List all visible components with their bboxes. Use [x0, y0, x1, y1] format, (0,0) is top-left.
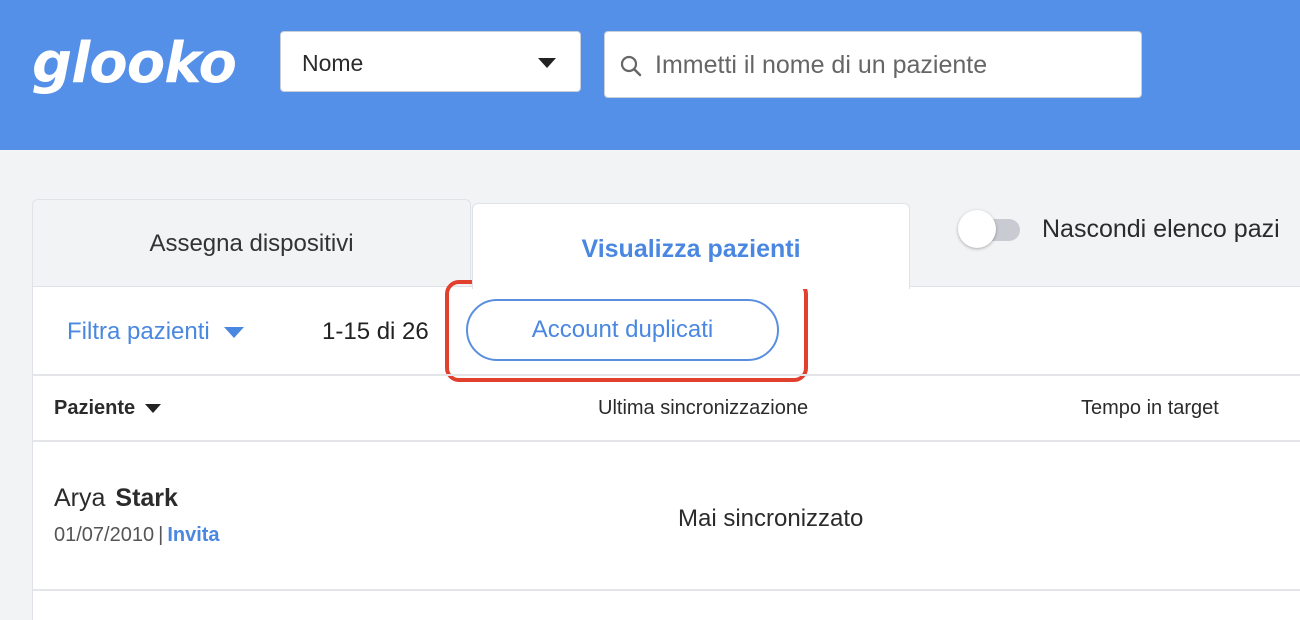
tab-assign-devices[interactable]: Assegna dispositivi: [32, 199, 471, 287]
patient-dob-row: 01/07/2010 | Invita: [54, 524, 220, 547]
sort-caret-icon: [145, 404, 162, 414]
tab-view-patients[interactable]: Visualizza pazienti: [472, 203, 910, 289]
patient-dob: 01/07/2010: [54, 524, 155, 546]
hide-patient-list-toggle[interactable]: [958, 210, 1022, 248]
filter-patients-label: Filtra pazienti: [67, 318, 210, 345]
patient-name[interactable]: Arya Stark: [54, 484, 178, 513]
column-header-time-in-target: Tempo in target: [1081, 397, 1219, 419]
patient-last-sync: Mai sincronizzato: [678, 505, 864, 532]
patient-search-box[interactable]: [604, 31, 1142, 98]
header-divider: [32, 440, 1300, 442]
top-navigation-bar: glooko Nome: [0, 0, 1300, 150]
filter-patients-dropdown[interactable]: Filtra pazienti: [67, 318, 244, 346]
patient-first-name: Arya: [54, 484, 106, 512]
toggle-knob: [958, 210, 996, 248]
duplicate-accounts-button[interactable]: Account duplicati: [466, 299, 779, 361]
search-icon: [620, 55, 642, 77]
chevron-down-icon: [538, 58, 556, 68]
hide-patient-list-label: Nascondi elenco pazi: [1042, 215, 1280, 243]
tab-view-patients-label: Visualizza pazienti: [581, 235, 801, 263]
row-divider: [32, 589, 1300, 591]
patient-last-name: Stark: [115, 484, 178, 512]
tab-assign-devices-label: Assegna dispositivi: [149, 230, 354, 257]
caret-down-icon: [223, 327, 244, 339]
toolbar-divider: [32, 374, 1300, 376]
column-header-patient[interactable]: Paziente: [54, 397, 162, 420]
column-header-patient-label: Paziente: [54, 397, 136, 419]
search-type-select[interactable]: Nome: [280, 31, 581, 92]
column-header-last-sync: Ultima sincronizzazione: [598, 397, 809, 419]
search-type-value: Nome: [302, 50, 364, 76]
patient-search-input[interactable]: [653, 44, 1127, 86]
invite-link[interactable]: Invita: [167, 524, 219, 546]
glooko-logo[interactable]: glooko: [32, 36, 237, 92]
separator: |: [158, 524, 164, 546]
pagination-count: 1-15 di 26: [322, 318, 429, 345]
